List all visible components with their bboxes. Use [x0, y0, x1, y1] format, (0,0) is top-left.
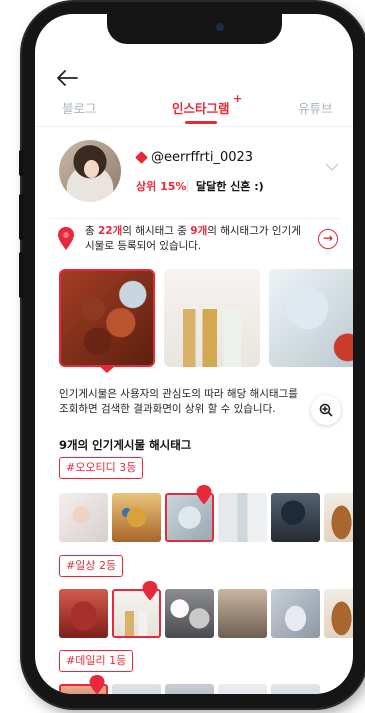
thumbnail[interactable]	[271, 589, 320, 638]
diamond-icon	[135, 151, 148, 164]
zoom-button[interactable]	[311, 395, 341, 425]
thumbnail[interactable]	[112, 684, 161, 694]
thumbnail[interactable]	[112, 493, 161, 542]
summary-prefix: 총	[85, 225, 98, 237]
location-pin-icon	[89, 675, 105, 694]
tab-new-indicator: +	[233, 92, 243, 105]
hashtag-chip[interactable]: #데일리 1등	[59, 650, 134, 672]
rank-label: 상위 15%	[136, 180, 187, 193]
summary-total: 22개	[98, 225, 123, 237]
summary-mid: 의 해시태그 중	[122, 225, 191, 237]
front-camera	[216, 23, 224, 31]
thumbnail[interactable]	[324, 493, 353, 542]
thumbnail[interactable]	[218, 589, 267, 638]
arrow-right-circle-icon[interactable]: →	[318, 229, 338, 249]
thumbnail[interactable]	[324, 589, 353, 638]
location-pin-icon	[196, 485, 212, 505]
rank-separator	[187, 180, 188, 192]
hashtag-summary: 총 22개의 해시태그 중 9개의 해시태그가 인기게시물로 등록되어 있습니다…	[85, 224, 307, 254]
thumbnail[interactable]	[165, 589, 214, 638]
summary-divider	[49, 218, 339, 219]
zoom-in-icon	[319, 403, 333, 417]
grade-label: 달달한 신혼 :)	[196, 180, 264, 193]
location-pin-icon	[58, 227, 74, 250]
arrow-left-icon[interactable]	[55, 68, 79, 88]
thumbnail[interactable]	[271, 684, 320, 694]
tab-blog[interactable]: 블로그	[62, 98, 97, 117]
app-screen: 블로그 인스타그램 + 유튜브 @eerrffrti_0023 상위 15% 달…	[35, 14, 353, 694]
mute-switch	[19, 150, 23, 176]
thumbnail[interactable]	[218, 493, 267, 542]
volume-down-button	[19, 252, 23, 298]
chevron-down-icon[interactable]	[325, 162, 339, 172]
username: @eerrffrti_0023	[151, 150, 254, 165]
thumbnail[interactable]	[218, 684, 267, 694]
selected-post-indicator	[99, 366, 115, 373]
popular-post-image-3[interactable]	[269, 269, 353, 367]
popular-post-image-1[interactable]	[59, 269, 155, 367]
hashtag-chip[interactable]: #오오티디 3등	[59, 457, 144, 479]
notch	[107, 14, 282, 44]
thumbnail-row	[59, 589, 353, 639]
thumbnail[interactable]	[59, 493, 108, 542]
thumbnail[interactable]	[59, 589, 108, 638]
volume-up-button	[19, 194, 23, 240]
thumbnail[interactable]	[271, 493, 320, 542]
tab-youtube[interactable]: 유튜브	[298, 98, 333, 117]
avatar-face	[84, 160, 99, 178]
popular-post-description: 인기게시물은 사용자의 관심도의 따라 해당 해시태그를 조회하면 검색한 결과…	[59, 388, 298, 415]
tab-instagram[interactable]: 인스타그램	[172, 98, 230, 117]
avatar[interactable]	[59, 140, 121, 202]
active-tab-underline	[185, 121, 217, 124]
tab-divider	[35, 126, 353, 127]
section-title: 9개의 인기게시물 해시태그	[59, 438, 192, 452]
popular-post-image-2[interactable]	[164, 269, 260, 367]
thumbnail[interactable]	[165, 684, 214, 694]
summary-popular: 9개	[190, 225, 208, 237]
location-pin-icon	[142, 581, 158, 601]
hashtag-chip[interactable]: #일상 2등	[59, 555, 124, 577]
